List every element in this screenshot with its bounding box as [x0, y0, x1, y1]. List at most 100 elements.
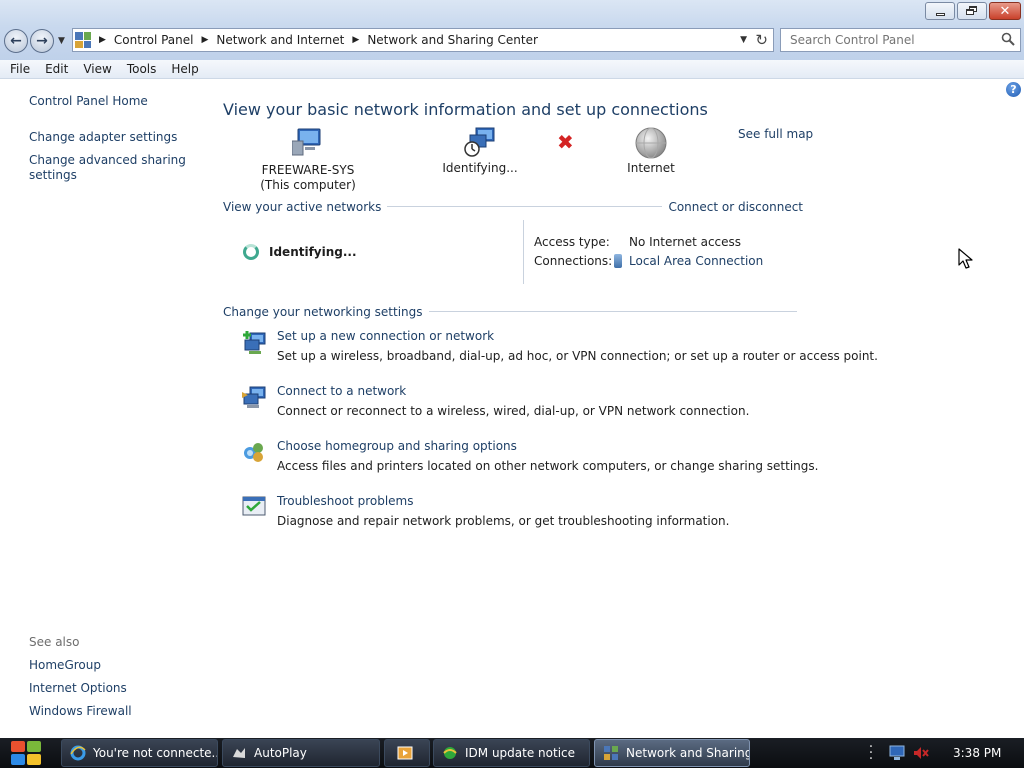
volume-muted-icon[interactable]: [912, 745, 930, 761]
computer-icon: [292, 128, 321, 156]
identifying-network-icon: [464, 127, 495, 157]
windows-firewall-link[interactable]: Windows Firewall: [29, 704, 189, 719]
restore-button[interactable]: [957, 2, 987, 20]
task-troubleshoot: Troubleshoot problems Diagnose and repai…: [241, 494, 821, 530]
tray-overflow-icon[interactable]: · · ·: [866, 740, 876, 766]
taskbar-item-network-sharing[interactable]: Network and Sharing...: [594, 739, 750, 767]
taskbar-item-idm[interactable]: IDM update notice: [433, 739, 590, 767]
menu-file[interactable]: File: [10, 62, 30, 76]
homegroup-sharing-options-link[interactable]: Choose homegroup and sharing options: [277, 439, 517, 453]
address-bar[interactable]: ▶ Control Panel ▶ Network and Internet ▶…: [72, 28, 774, 52]
refresh-icon[interactable]: ↻: [755, 31, 768, 49]
breadcrumb-network-and-sharing-center[interactable]: Network and Sharing Center: [367, 33, 538, 47]
breadcrumb-network-and-internet[interactable]: Network and Internet: [216, 33, 344, 47]
breadcrumb-control-panel[interactable]: Control Panel: [114, 33, 194, 47]
map-computer-node[interactable]: FREEWARE-SYS (This computer): [253, 127, 363, 193]
no-connection-x-icon: ✖: [557, 130, 574, 154]
recent-pages-dropdown[interactable]: ▼: [58, 36, 65, 46]
network-icon: [604, 746, 618, 760]
taskbar-item-label: You're not connecte...: [93, 746, 218, 760]
address-dropdown-icon[interactable]: ▼: [740, 35, 747, 45]
control-panel-home-link[interactable]: Control Panel Home: [29, 94, 189, 109]
breadcrumb-separator-icon[interactable]: ▶: [99, 35, 106, 45]
map-internet-node[interactable]: Internet: [621, 127, 681, 176]
active-network: Identifying...: [243, 244, 357, 260]
forward-arrow-icon: →: [36, 33, 48, 49]
task-new-connection: Set up a new connection or network Set u…: [241, 329, 878, 365]
network-status-label: Identifying...: [442, 161, 518, 175]
windows-logo-icon: [11, 741, 25, 752]
close-icon: ✕: [999, 3, 1011, 19]
page-title: View your basic network information and …: [223, 100, 708, 119]
menu-help[interactable]: Help: [171, 62, 198, 76]
ie-icon: [70, 745, 86, 761]
forward-button[interactable]: →: [30, 29, 54, 53]
task-homegroup: Choose homegroup and sharing options Acc…: [241, 439, 821, 475]
homegroup-icon: [244, 443, 263, 462]
search-input[interactable]: [781, 29, 991, 51]
change-adapter-settings-link[interactable]: Change adapter settings: [29, 130, 189, 145]
taskbar: You're not connecte... AutoPlay IDM upda…: [0, 738, 1024, 768]
minimize-button[interactable]: [925, 2, 955, 20]
taskbar-item-ie[interactable]: You're not connecte...: [61, 739, 218, 767]
task-connect-network: Connect to a network Connect or reconnec…: [241, 384, 821, 420]
active-network-name: Identifying...: [269, 245, 357, 259]
search-box: [780, 28, 1021, 52]
title-bar: ✕: [0, 0, 1024, 26]
map-network-node[interactable]: Identifying...: [440, 127, 520, 176]
networking-settings-heading: Change your networking settings: [223, 304, 423, 319]
taskbar-item-label: IDM update notice: [465, 746, 576, 760]
troubleshoot-icon: [242, 496, 266, 516]
taskbar-item-autoplay[interactable]: AutoPlay: [222, 739, 380, 767]
system-tray: · · ·: [866, 738, 930, 768]
see-also-heading: See also: [29, 635, 80, 649]
search-icon[interactable]: [1001, 32, 1015, 46]
ethernet-plug-icon: [614, 254, 622, 268]
connect-to-network-link[interactable]: Connect to a network: [277, 384, 406, 398]
active-networks-header: View your active networks Connect or dis…: [223, 199, 803, 214]
minimize-icon: [935, 12, 945, 16]
taskbar-item-media[interactable]: [384, 739, 430, 767]
connection-name: Local Area Connection: [629, 254, 764, 268]
clock[interactable]: 3:38 PM: [953, 746, 1001, 760]
active-networks-heading: View your active networks: [223, 199, 382, 214]
help-icon[interactable]: ?: [1006, 82, 1021, 97]
internet-label: Internet: [627, 161, 675, 175]
homegroup-link[interactable]: HomeGroup: [29, 658, 189, 673]
breadcrumb-separator-icon[interactable]: ▶: [352, 35, 359, 45]
window-controls: ✕: [925, 2, 1021, 20]
troubleshoot-problems-link[interactable]: Troubleshoot problems: [277, 494, 413, 508]
media-icon: [397, 746, 413, 760]
menu-tools[interactable]: Tools: [127, 62, 157, 76]
see-full-map-link[interactable]: See full map: [738, 127, 813, 141]
vertical-divider: [523, 220, 524, 284]
menu-view[interactable]: View: [83, 62, 111, 76]
autoplay-icon: [233, 748, 245, 758]
connections-label: Connections:: [534, 254, 613, 268]
networking-settings-header: Change your networking settings: [223, 304, 803, 319]
task-description: Set up a wireless, broadband, dial-up, a…: [277, 349, 878, 363]
taskbar-item-label: AutoPlay: [254, 746, 307, 760]
new-connection-icon: [243, 331, 266, 354]
connect-or-disconnect-link[interactable]: Connect or disconnect: [668, 200, 803, 214]
network-tray-icon[interactable]: [888, 745, 906, 761]
setup-new-connection-link[interactable]: Set up a new connection or network: [277, 329, 494, 343]
breadcrumb-separator-icon[interactable]: ▶: [202, 35, 209, 45]
change-advanced-sharing-settings-link[interactable]: Change advanced sharing settings: [29, 153, 189, 183]
mouse-cursor-icon: [958, 248, 973, 269]
back-button[interactable]: ←: [4, 29, 28, 53]
connect-network-icon: [242, 386, 266, 408]
internet-options-link[interactable]: Internet Options: [29, 681, 189, 696]
start-button[interactable]: [9, 739, 43, 767]
computer-subtitle: (This computer): [260, 178, 356, 192]
section-divider: [387, 206, 663, 207]
close-button[interactable]: ✕: [989, 2, 1021, 20]
left-pane: Control Panel Home Change adapter settin…: [0, 80, 205, 738]
menu-edit[interactable]: Edit: [45, 62, 68, 76]
navigation-bar: ← → ▼ ▶ Control Panel ▶ Network and Inte…: [0, 26, 1024, 60]
back-arrow-icon: ←: [10, 33, 22, 49]
globe-icon: [635, 127, 667, 159]
local-area-connection-link[interactable]: Local Area Connection: [614, 254, 763, 268]
idm-icon: [443, 747, 457, 759]
menu-bar: File Edit View Tools Help: [0, 60, 1024, 79]
